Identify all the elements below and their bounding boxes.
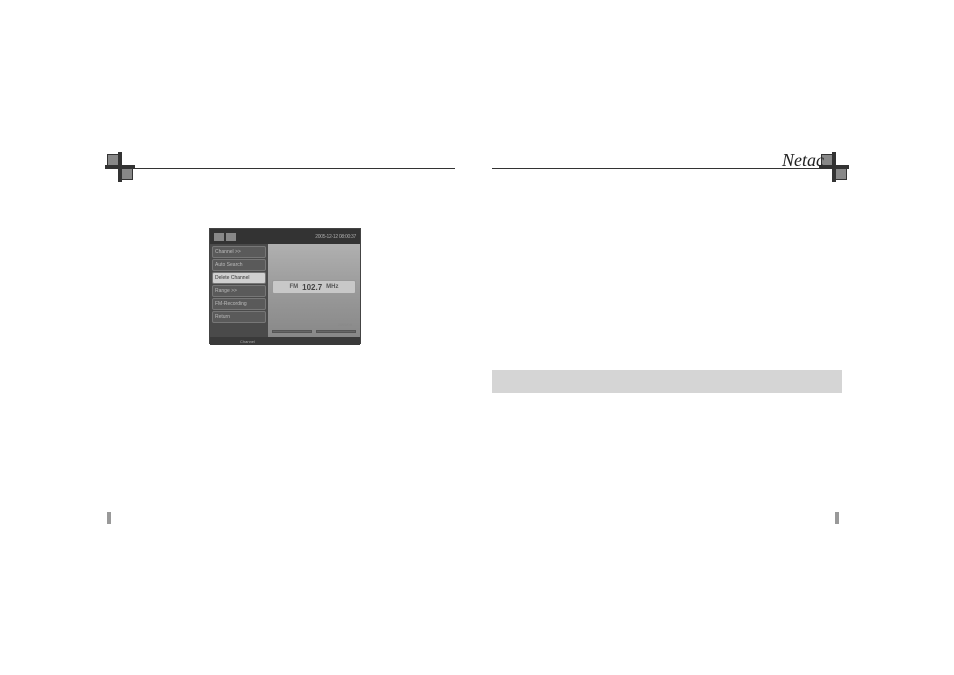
header-rule-left [120,168,455,169]
menu-item-fm-recording[interactable]: FM-Recording [212,298,266,310]
radio-icon [214,233,224,241]
menu-item-channel[interactable]: Channel >> [212,246,266,258]
small-date-label: 2005/08 [338,322,352,327]
menu-item-auto-search[interactable]: Auto Search [212,259,266,271]
footer-left-label: Channel [240,339,255,344]
frequency-display: FM 102.7 MHz [272,280,356,294]
device-screenshot: 2005-12-12 08:00:37 Channel >> Auto Sear… [209,228,361,344]
device-display-area: FM 102.7 MHz 2005/08 [268,244,360,337]
frequency-value: 102.7 [302,283,322,292]
device-status-bar: 2005-12-12 08:00:37 [210,229,360,244]
page-mark-right [835,512,839,524]
datetime-label: 2005-12-12 08:00:37 [315,234,356,240]
brand-label: Netac [782,150,824,171]
status-icon [226,233,236,241]
page-mark-left [107,512,111,524]
registration-mark-left [105,152,135,182]
device-body: Channel >> Auto Search Delete Channel Ra… [210,244,360,337]
frequency-unit: MHz [326,284,338,290]
device-menu: Channel >> Auto Search Delete Channel Ra… [210,244,268,337]
band-label: FM [289,284,298,290]
highlight-bar [492,370,842,393]
menu-item-delete-channel[interactable]: Delete Channel [212,272,266,284]
device-footer: Channel [210,337,360,345]
display-bottom-bar [272,330,356,333]
menu-item-range[interactable]: Range >> [212,285,266,297]
menu-item-return[interactable]: Return [212,311,266,323]
